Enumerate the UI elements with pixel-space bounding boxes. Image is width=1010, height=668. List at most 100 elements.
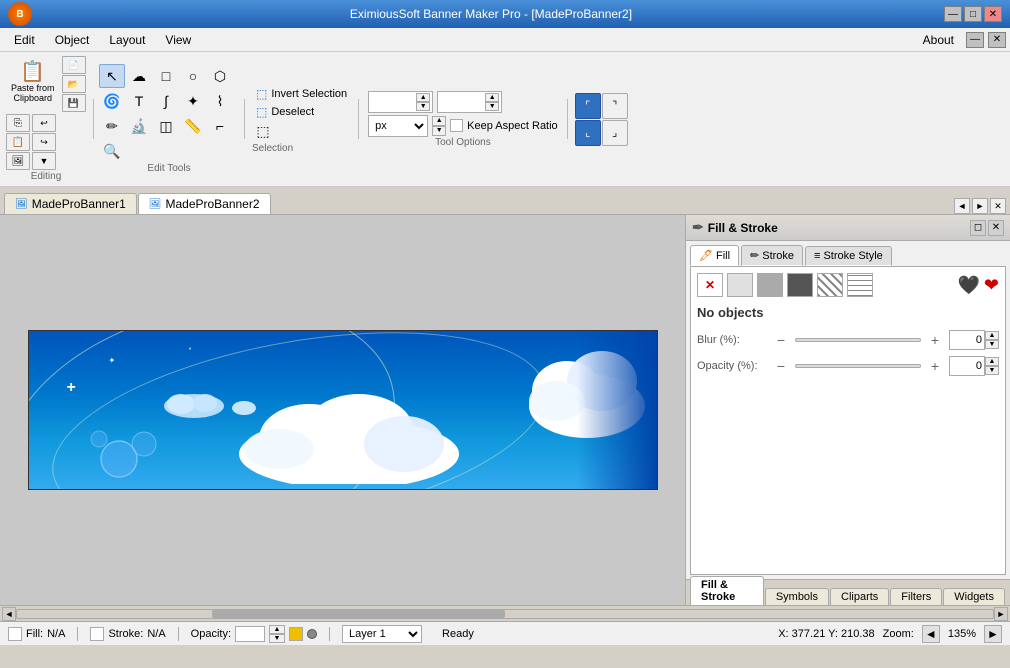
deselect-button[interactable]: ⬚ Deselect	[252, 103, 318, 121]
unit-dropdown[interactable]: px % cm	[368, 115, 428, 137]
tab-close-button[interactable]: ✕	[990, 198, 1006, 214]
rect-tool-button[interactable]: □	[153, 64, 179, 88]
tab-next-button[interactable]: ►	[972, 198, 988, 214]
extra-button[interactable]: ▼	[32, 152, 56, 170]
opacity-track[interactable]	[795, 364, 921, 368]
invert-selection-button[interactable]: ⬚ Invert Selection	[252, 85, 351, 103]
paste-from-clipboard-button[interactable]: 📋 Paste fromClipboard	[6, 56, 60, 112]
blur-up-button[interactable]: ▲	[985, 331, 999, 340]
stroke-heart-button[interactable]: 🖤	[957, 275, 979, 296]
minimize-button[interactable]: —	[944, 6, 962, 22]
tab-prev-button[interactable]: ◄	[954, 198, 970, 214]
unit-down-button[interactable]: ▼	[432, 126, 446, 136]
selection-extra-button[interactable]: ⬚	[252, 121, 274, 143]
panel-close-button[interactable]: ✕	[988, 220, 1004, 236]
align-bottom-right-button[interactable]: ⌟	[602, 120, 628, 146]
tab-banner1[interactable]: 🖼 MadeProBanner1	[4, 193, 137, 214]
coordinates-display: X: 377.21 Y: 210.38	[778, 628, 874, 640]
opacity-minus-button[interactable]: −	[773, 358, 789, 374]
align-top-left-button[interactable]: ⌜	[575, 93, 601, 119]
width-up-button[interactable]: ▲	[416, 93, 430, 102]
stroke-style-tab[interactable]: ≡ Stroke Style	[805, 246, 892, 266]
opacity-input[interactable]	[949, 356, 985, 376]
panel-title: ✒ Fill & Stroke	[692, 219, 778, 236]
stroke-tab[interactable]: ✏ Stroke	[741, 245, 803, 266]
opacity-plus-button[interactable]: +	[927, 358, 943, 374]
scroll-left-button[interactable]: ◄	[2, 607, 16, 621]
maximize-button[interactable]: □	[964, 6, 982, 22]
delete-button[interactable]: 🖼	[6, 152, 30, 170]
bottom-tab-cliparts[interactable]: Cliparts	[830, 588, 889, 605]
menu-edit[interactable]: Edit	[4, 31, 45, 49]
fill-heart-button[interactable]: ❤	[984, 275, 999, 296]
panel-close-button[interactable]: ✕	[988, 32, 1006, 48]
lasso-tool-button[interactable]: ☁	[126, 64, 152, 88]
radial-gradient-swatch[interactable]	[787, 273, 813, 297]
panel-minimize-button[interactable]: —	[966, 32, 984, 48]
canvas-area[interactable]: + ✦ ●	[0, 215, 685, 605]
spiral-tool-button[interactable]: 🌀	[99, 89, 125, 113]
linear-gradient-swatch[interactable]	[757, 273, 783, 297]
close-button[interactable]: ✕	[984, 6, 1002, 22]
opacity-down-button[interactable]: ▼	[985, 366, 999, 375]
select-tool-button[interactable]: ↖	[99, 64, 125, 88]
about-button[interactable]: About	[915, 31, 962, 49]
menu-object[interactable]: Object	[45, 31, 100, 49]
new-button[interactable]: 📄	[62, 56, 86, 74]
scrollbar-thumb[interactable]	[212, 610, 505, 618]
unit-up-button[interactable]: ▲	[432, 116, 446, 126]
pattern-swatch[interactable]	[817, 273, 843, 297]
tab-banner2[interactable]: 🖼 MadeProBanner2	[138, 193, 271, 214]
eyedrop-tool-button[interactable]: 🔬	[126, 114, 152, 138]
save-button[interactable]: 💾	[62, 94, 86, 112]
height-up-button[interactable]: ▲	[485, 93, 499, 102]
horizontal-scrollbar[interactable]	[16, 609, 994, 619]
blur-minus-button[interactable]: −	[773, 332, 789, 348]
ellipse-tool-button[interactable]: ○	[180, 64, 206, 88]
bottom-tab-widgets[interactable]: Widgets	[943, 588, 1005, 605]
star-tool-button[interactable]: ✦	[180, 89, 206, 113]
pencil-tool-button[interactable]: ✏	[99, 114, 125, 138]
undo-button[interactable]: ↩	[32, 114, 56, 132]
panel-float-button[interactable]: ◻	[970, 220, 986, 236]
menu-layout[interactable]: Layout	[99, 31, 155, 49]
opacity-status-input[interactable]	[235, 626, 265, 642]
mesh-swatch[interactable]	[847, 273, 873, 297]
polygon-tool-button[interactable]: ⬡	[207, 64, 233, 88]
height-down-button[interactable]: ▼	[485, 102, 499, 111]
open-button[interactable]: 📂	[62, 75, 86, 93]
opacity-status-up-button[interactable]: ▲	[269, 625, 285, 634]
flat-color-swatch[interactable]	[727, 273, 753, 297]
crop-tool-button[interactable]: ⌐	[207, 114, 233, 138]
bezier-tool-button[interactable]: ∫	[153, 89, 179, 113]
blur-track[interactable]	[795, 338, 921, 342]
keep-aspect-ratio-checkbox[interactable]	[450, 119, 463, 132]
align-top-right-button[interactable]: ⌝	[602, 93, 628, 119]
menu-view[interactable]: View	[155, 31, 201, 49]
ruler-tool-button[interactable]: 📏	[180, 114, 206, 138]
scroll-right-button[interactable]: ►	[994, 607, 1008, 621]
opacity-status-down-button[interactable]: ▼	[269, 634, 285, 643]
text-tool-button[interactable]: T	[126, 89, 152, 113]
bottom-tab-fill-stroke[interactable]: Fill & Stroke	[690, 576, 764, 605]
redo-button[interactable]: ↪	[32, 133, 56, 151]
blur-down-button[interactable]: ▼	[985, 340, 999, 349]
paste-button[interactable]: 📋	[6, 133, 30, 151]
blur-input[interactable]	[949, 330, 985, 350]
align-bottom-left-button[interactable]: ⌞	[575, 120, 601, 146]
stroke-status-value: N/A	[147, 628, 165, 640]
node-tool-button[interactable]: ⌇	[207, 89, 233, 113]
copy-button[interactable]: ⎘	[6, 114, 30, 132]
blur-plus-button[interactable]: +	[927, 332, 943, 348]
no-fill-swatch[interactable]: ✕	[697, 273, 723, 297]
zoom-out-button[interactable]: ◄	[922, 625, 940, 643]
bottom-tab-symbols[interactable]: Symbols	[765, 588, 829, 605]
fill-tab[interactable]: 🖊 Fill	[690, 245, 739, 266]
zoom-tool-button[interactable]: 🔍	[99, 139, 125, 163]
zoom-in-button[interactable]: ►	[984, 625, 1002, 643]
layer-dropdown[interactable]: Layer 1	[342, 625, 422, 643]
eraser-tool-button[interactable]: ◫	[153, 114, 179, 138]
bottom-tab-filters[interactable]: Filters	[890, 588, 942, 605]
opacity-up-button[interactable]: ▲	[985, 357, 999, 366]
width-down-button[interactable]: ▼	[416, 102, 430, 111]
